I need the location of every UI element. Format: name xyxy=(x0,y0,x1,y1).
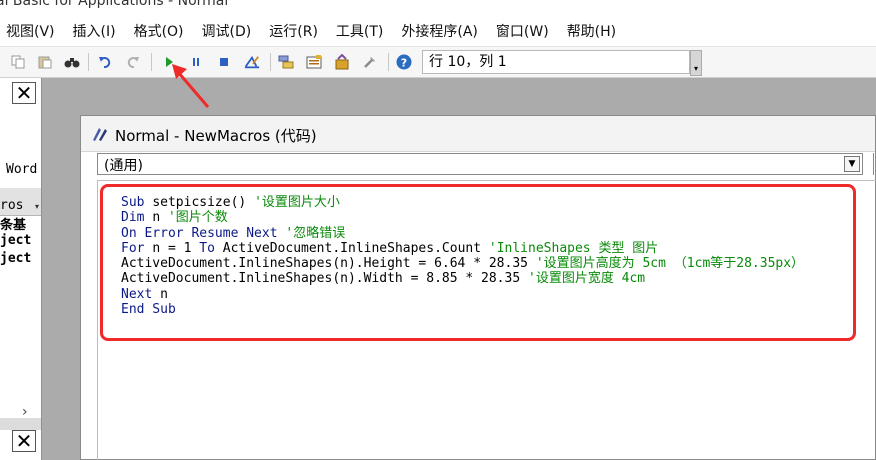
cursor-position-display: 行 10，列 1 xyxy=(422,50,690,74)
toolbar-options-handle[interactable]: ▾ xyxy=(690,50,702,76)
tree-fragment: 条基 xyxy=(0,218,27,233)
highlight-annotation xyxy=(100,184,856,341)
menu-view[interactable]: 视图(V) xyxy=(6,21,55,41)
copy-icon[interactable] xyxy=(10,54,26,70)
redo-icon[interactable] xyxy=(125,54,141,70)
app-title-bar: al Basic for Applications - Normal xyxy=(0,0,876,16)
object-dropdown[interactable]: (通用) ▼ xyxy=(97,153,863,175)
close-icon[interactable]: ✕ xyxy=(12,82,36,104)
menu-debug[interactable]: 调试(D) xyxy=(202,21,252,41)
chevron-down-icon[interactable]: ▼ xyxy=(844,156,860,172)
help-icon[interactable]: ? xyxy=(396,54,412,70)
tree-fragment: ject xyxy=(0,251,32,266)
module-icon xyxy=(91,126,109,142)
object-dropdown-value: (通用) xyxy=(104,158,143,174)
code-window-title: Normal - NewMacros (代码) xyxy=(115,127,317,145)
toolbar-separator xyxy=(270,53,271,71)
tree-fragment: Word xyxy=(6,162,38,177)
toolbar-separator xyxy=(388,53,389,71)
undo-icon[interactable] xyxy=(97,54,113,70)
close-icon[interactable]: ✕ xyxy=(12,430,36,452)
svg-text:?: ? xyxy=(401,57,407,70)
tree-fragment: ros xyxy=(0,198,24,213)
paste-icon[interactable] xyxy=(37,54,53,70)
run-icon[interactable] xyxy=(161,54,177,70)
toolbar-separator xyxy=(151,53,152,71)
properties-icon[interactable] xyxy=(306,54,322,70)
menu-insert[interactable]: 插入(I) xyxy=(73,21,116,41)
menu-help[interactable]: 帮助(H) xyxy=(567,21,616,41)
menu-addins[interactable]: 外接程序(A) xyxy=(401,21,478,41)
reset-icon[interactable] xyxy=(216,54,232,70)
toolbar-separator xyxy=(88,53,89,71)
app-title: al Basic for Applications - Normal xyxy=(0,0,229,9)
project-explorer-icon[interactable] xyxy=(278,54,294,70)
left-pane: ✕ ▾ Word ros 条基 ject ject › ✕ xyxy=(0,78,42,460)
design-mode-icon[interactable] xyxy=(244,54,260,70)
object-browser-icon[interactable] xyxy=(334,54,350,70)
find-icon[interactable] xyxy=(64,54,80,70)
dropdown-arrow-icon[interactable]: ▾ xyxy=(35,202,39,211)
menu-bar: 视图(V) 插入(I) 格式(O) 调试(D) 运行(R) 工具(T) 外接程序… xyxy=(0,16,876,46)
menu-window[interactable]: 窗口(W) xyxy=(496,21,549,41)
toolbox-icon[interactable] xyxy=(362,54,378,70)
standard-toolbar: ? 行 10，列 1 ▾ xyxy=(0,46,876,78)
code-window-titlebar: Normal - NewMacros (代码) xyxy=(81,116,875,152)
menu-tools[interactable]: 工具(T) xyxy=(336,21,383,41)
break-icon[interactable] xyxy=(188,54,204,70)
menu-format[interactable]: 格式(O) xyxy=(134,21,184,41)
tree-fragment: ject xyxy=(0,233,32,248)
menu-run[interactable]: 运行(R) xyxy=(269,21,318,41)
